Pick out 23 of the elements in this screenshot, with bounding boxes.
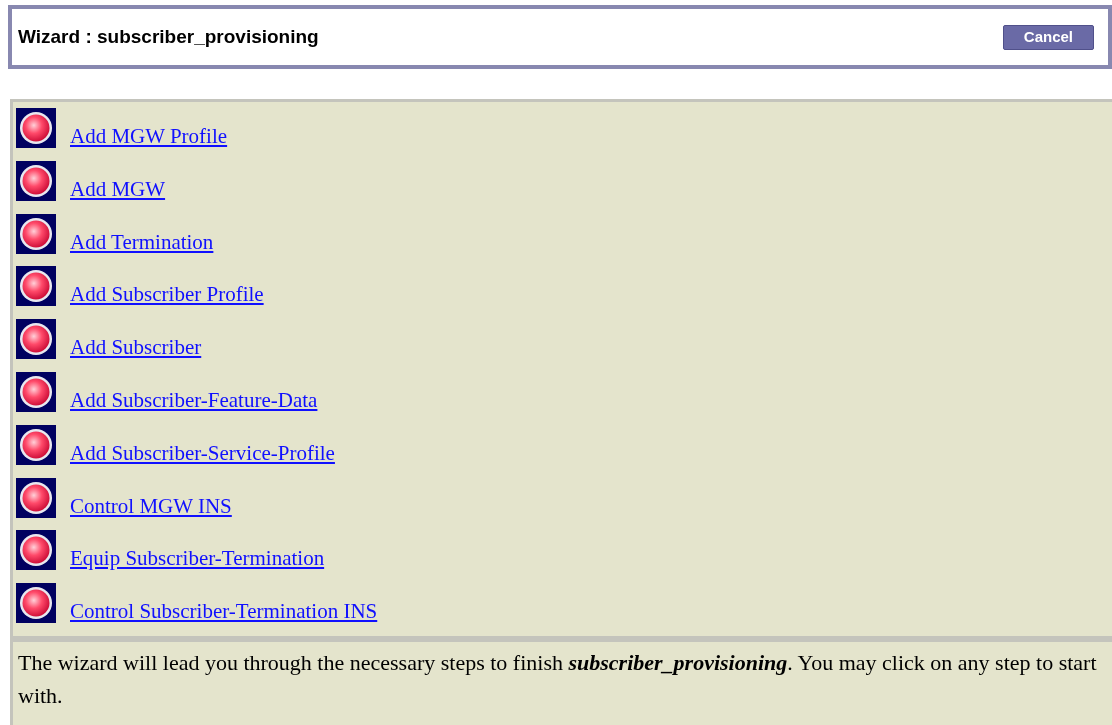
step-bullet-icon (16, 477, 56, 518)
description-text: The wizard will lead you through the necessary steps to finish subscriber_provisioning. You may click on any step to start with. (18, 649, 1098, 710)
step-bullet-icon (16, 213, 56, 254)
step-bullet-icon (16, 266, 56, 307)
wizard-title: Wizard : subscriber_provisioning (18, 24, 319, 49)
step-bullet-icon (16, 372, 56, 412)
step-link[interactable]: Add Subscriber (70, 333, 202, 362)
step-bullet-icon (16, 583, 56, 624)
step-link[interactable]: Add MGW (70, 174, 166, 203)
step-bullet-icon (16, 160, 56, 201)
step-link[interactable]: Add MGW Profile (70, 122, 228, 150)
step-link[interactable]: Add Termination (70, 227, 214, 256)
cancel-button[interactable]: Cancel (1002, 24, 1094, 50)
step-bullet-icon (16, 108, 56, 148)
step-link[interactable]: Control MGW INS (70, 491, 232, 520)
step-link[interactable]: Add Subscriber Profile (70, 280, 264, 309)
step-link[interactable]: Control Subscriber-Termination INS (70, 597, 378, 626)
step-bullet-icon (16, 319, 56, 360)
step-link[interactable]: Add Subscriber-Service-Profile (70, 438, 335, 467)
step-bullet-icon (16, 424, 56, 465)
step-bullet-icon (16, 530, 56, 571)
step-link[interactable]: Add Subscriber-Feature-Data (70, 386, 318, 414)
step-link[interactable]: Equip Subscriber-Termination (70, 544, 325, 573)
